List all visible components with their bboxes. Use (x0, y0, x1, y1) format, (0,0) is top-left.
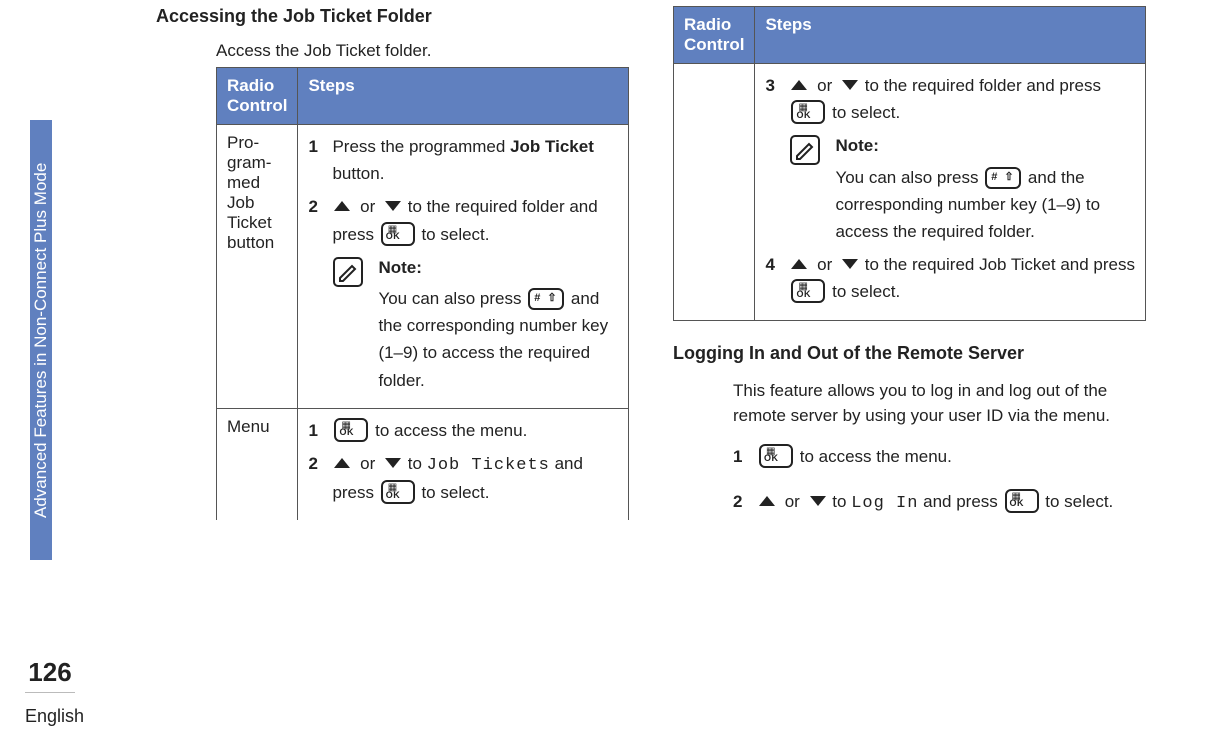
ok-button-icon (759, 444, 793, 468)
text: to (403, 454, 427, 473)
th-steps: Steps (298, 68, 629, 125)
table-row: Pro­gram­med Job Ticket button Press the… (217, 125, 629, 409)
text: to (828, 492, 852, 511)
note-block: Note: You can also press and the corresp… (789, 132, 1135, 245)
note-pencil-icon (332, 256, 364, 288)
hash-button-icon (528, 288, 564, 310)
row-steps-menu: to access the menu. or to Job Tickets an… (298, 408, 629, 520)
mono-text: Job Tickets (427, 456, 550, 475)
th-steps: Steps (755, 7, 1146, 64)
step-4: or to the required Job Ticket and press … (765, 251, 1135, 305)
text: You can also press (835, 168, 983, 187)
text: or (355, 197, 380, 216)
text: You can also press (378, 289, 526, 308)
text: or (780, 492, 805, 511)
left-column: Accessing the Job Ticket Folder Access t… (156, 6, 629, 751)
text: to the required Job Ticket and press (860, 255, 1135, 274)
table-header-row: Radio Control Steps (674, 7, 1146, 64)
text: to select. (417, 225, 490, 244)
text: or (355, 454, 380, 473)
arrow-down-icon (385, 201, 401, 211)
row-label-empty (674, 64, 755, 321)
step-2: or to Job Tickets and press to select. (308, 450, 618, 506)
arrow-up-icon (791, 259, 807, 269)
section-heading-accessing: Accessing the Job Ticket Folder (156, 6, 629, 27)
page-number: 126 (25, 657, 75, 693)
ok-button-icon (791, 279, 825, 303)
ok-button-icon (791, 100, 825, 124)
bold-text: Job Ticket (510, 137, 594, 156)
note-block: Note: You can also press and the corresp… (332, 254, 618, 394)
section-body-accessing: Access the Job Ticket folder. Radio Cont… (216, 41, 629, 520)
row-steps-programmed: Press the programmed Job Ticket button. … (298, 125, 629, 409)
note-label: Note: (378, 254, 618, 281)
ok-button-icon (334, 418, 368, 442)
arrow-up-icon (759, 496, 775, 506)
row-steps-continued: or to the required folder and press to s… (755, 64, 1146, 321)
text: or (812, 76, 837, 95)
step-1: to access the menu. (733, 443, 1146, 470)
text: to access the menu. (370, 421, 527, 440)
step-2: or to Log In and press to select. (733, 488, 1146, 517)
text: to select. (1041, 492, 1114, 511)
table-row: Menu to access the menu. or to Job Ticke… (217, 408, 629, 520)
text: to access the menu. (795, 447, 952, 466)
note-pencil-icon (789, 134, 821, 166)
content-columns: Accessing the Job Ticket Folder Access t… (110, 0, 1146, 751)
procedure-table-right: Radio Control Steps or to the required f… (673, 6, 1146, 321)
arrow-up-icon (334, 458, 350, 468)
table-header-row: Radio Control Steps (217, 68, 629, 125)
section-body-logging: This feature allows you to log in and lo… (733, 378, 1146, 517)
intro-text: Access the Job Ticket folder. (216, 41, 629, 61)
row-label-programmed: Pro­gram­med Job Ticket button (217, 125, 298, 409)
arrow-down-icon (842, 259, 858, 269)
mono-text: Log In (851, 494, 918, 513)
note-label: Note: (835, 132, 1135, 159)
step-2: or to the required folder and press to s… (308, 193, 618, 393)
language-label: English (25, 706, 84, 727)
text: to select. (827, 282, 900, 301)
arrow-down-icon (810, 496, 826, 506)
intro-text-logging: This feature allows you to log in and lo… (733, 378, 1146, 429)
arrow-up-icon (334, 201, 350, 211)
text: Press the programmed (332, 137, 510, 156)
procedure-table-left: Radio Control Steps Pro­gram­med Job Tic… (216, 67, 629, 520)
text: to the required folder and press (860, 76, 1101, 95)
text: to select. (827, 103, 900, 122)
section-heading-logging: Logging In and Out of the Remote Server (673, 343, 1146, 364)
ok-button-icon (1005, 489, 1039, 513)
arrow-down-icon (842, 80, 858, 90)
step-3: or to the required folder and press to s… (765, 72, 1135, 245)
table-row: or to the required folder and press to s… (674, 64, 1146, 321)
arrow-down-icon (385, 458, 401, 468)
th-radio-control: Radio Control (217, 68, 298, 125)
step-1: Press the programmed Job Ticket button. (308, 133, 618, 187)
text: button. (332, 164, 384, 183)
manual-page: Advanced Features in Non-Connect Plus Mo… (0, 0, 1206, 751)
side-tab: Advanced Features in Non-Connect Plus Mo… (30, 120, 52, 560)
text: to select. (417, 483, 490, 502)
arrow-up-icon (791, 80, 807, 90)
step-1: to access the menu. (308, 417, 618, 444)
row-label-menu: Menu (217, 408, 298, 520)
right-column: Radio Control Steps or to the required f… (673, 6, 1146, 751)
th-radio-control: Radio Control (674, 7, 755, 64)
text: and press (918, 492, 1002, 511)
ok-button-icon (381, 222, 415, 246)
ok-button-icon (381, 480, 415, 504)
text: or (812, 255, 837, 274)
hash-button-icon (985, 167, 1021, 189)
